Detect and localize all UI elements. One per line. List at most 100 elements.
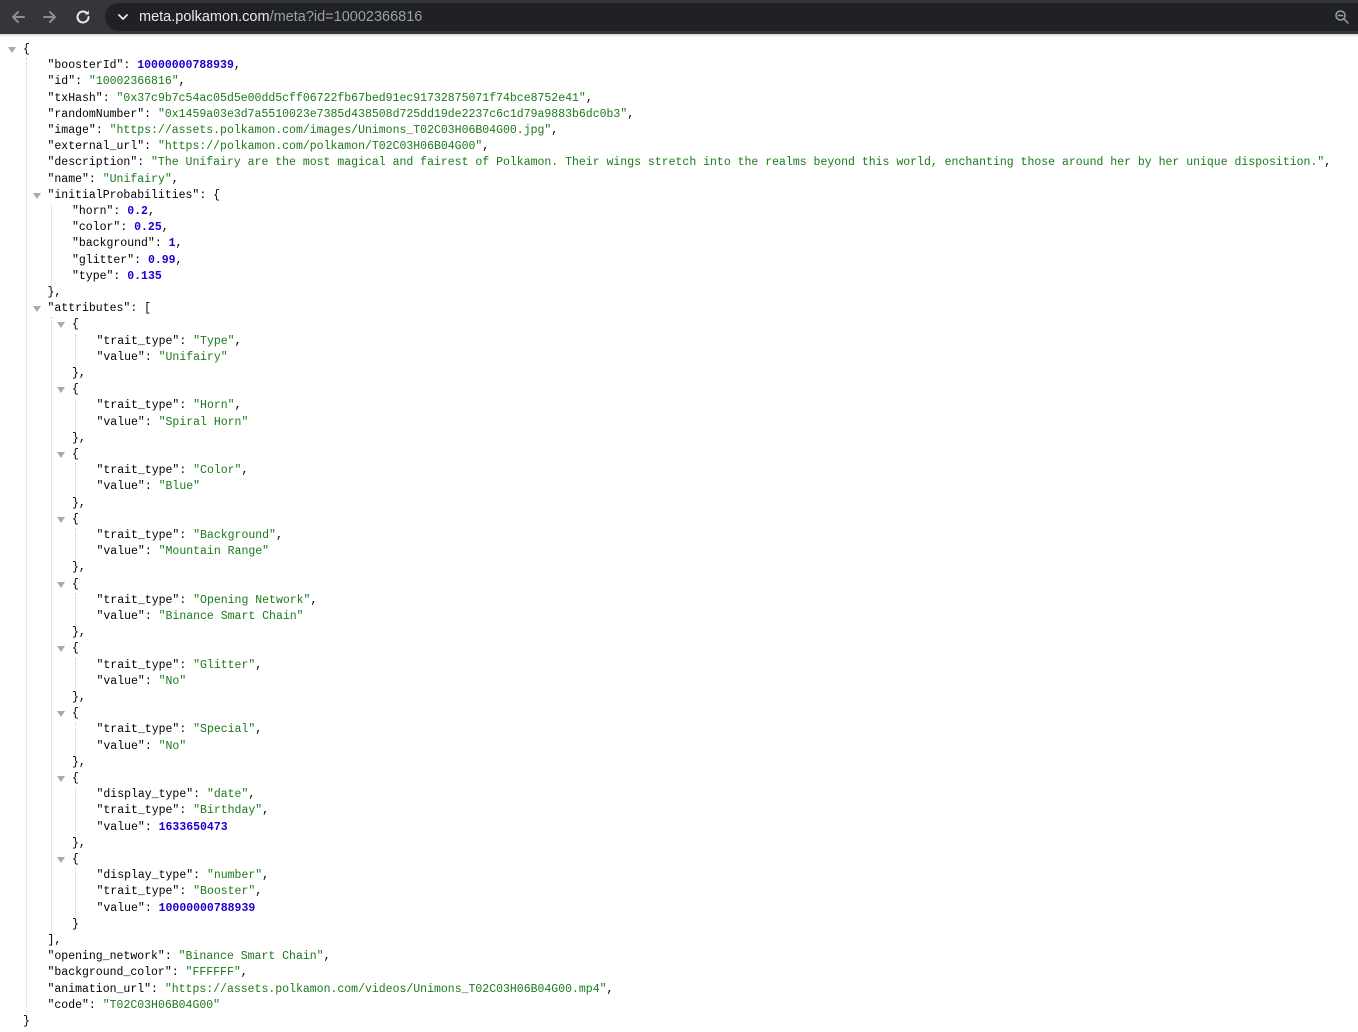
json-punctuation: : [123,59,138,73]
json-line: "trait_type": "Booster", [97,884,263,900]
json-string-value: "Type" [193,334,235,348]
json-line: }, [72,560,86,576]
json-number-value: 0.135 [127,269,162,283]
json-line: "trait_type": "Glitter", [97,658,263,674]
json-line: "background_color": "FFFFFF", [48,965,248,981]
json-punctuation: }, [72,367,86,380]
json-key: "randomNumber" [47,107,145,121]
json-punctuation: , [240,966,248,980]
json-punctuation: }, [47,286,62,299]
json-key: "trait_type" [96,529,180,542]
json-string-value: "Binance Smart Chain" [158,610,304,623]
json-line: { [72,512,79,528]
json-string-value: "10002366816" [88,75,179,89]
collapse-toggle-icon[interactable] [32,192,41,199]
collapse-toggle-icon[interactable] [57,322,65,329]
collapse-toggle-icon[interactable] [32,306,41,313]
json-punctuation: , [606,982,614,996]
json-line: }, [48,285,62,301]
collapse-toggle-icon[interactable] [57,516,65,523]
json-line: { [72,577,79,593]
json-punctuation: , [248,788,256,802]
json-line: "value": 10000000788939 [97,901,256,917]
json-punctuation: { [23,43,30,56]
back-button[interactable] [6,5,30,29]
json-punctuation: : [75,75,89,89]
json-string-value: "0x1459a03e3d7a5510023e7385d438508d725dd… [157,107,628,121]
json-line: "trait_type": "Birthday", [97,803,270,819]
json-punctuation: : [193,869,207,883]
json-line: "value": "Blue" [97,479,201,495]
json-key: "trait_type" [96,658,180,672]
json-line: "external_url": "https://polkamon.com/po… [48,139,490,155]
collapse-toggle-icon[interactable] [57,711,65,718]
json-punctuation: , [551,124,559,137]
json-line: "display_type": "number", [97,868,270,884]
json-key: "trait_type" [96,723,180,737]
collapse-toggle-icon[interactable] [57,452,65,458]
json-string-value: "Background" [193,529,276,542]
indent-guide [75,722,76,755]
reload-button[interactable] [71,5,95,29]
address-bar[interactable]: meta.polkamon.com/meta?id=10002366816 [105,3,1358,31]
json-punctuation: { [72,642,79,656]
json-line: "randomNumber": "0x1459a03e3d7a5510023e7… [48,107,635,123]
json-line: { [72,447,79,463]
json-punctuation: { [72,448,79,461]
json-string-value: "date" [206,788,249,802]
json-punctuation: : [95,124,110,137]
url-host: meta.polkamon.com [139,9,270,25]
indent-guide [75,657,76,690]
json-line: "value": "Unifairy" [97,350,228,366]
browser-toolbar: meta.polkamon.com/meta?id=10002366816 [0,0,1358,34]
json-line: { [72,641,79,657]
json-line: "code": "T02C03H06B04G00" [48,998,221,1014]
json-punctuation: : [144,545,159,559]
json-line: "animation_url": "https://assets.polkamo… [48,982,614,998]
collapse-toggle-icon[interactable] [57,387,65,394]
json-punctuation: , [262,869,270,883]
zoom-icon[interactable] [1334,9,1350,25]
collapse-toggle-icon[interactable] [8,47,16,53]
json-line: "color": 0.25, [72,220,169,236]
json-punctuation: }, [72,626,86,640]
json-key: "type" [72,269,114,283]
json-punctuation: , [171,172,179,186]
json-string-value: "Unifairy" [158,350,228,364]
json-punctuation: } [72,917,79,931]
collapse-toggle-icon[interactable] [57,776,65,782]
json-punctuation: , [275,529,283,542]
json-line: "id": "10002366816", [48,74,186,90]
url-text[interactable]: meta.polkamon.com/meta?id=10002366816 [139,8,422,26]
json-string-value: "Mountain Range" [158,545,270,559]
json-punctuation: : [199,188,214,202]
json-punctuation: { [213,188,221,202]
json-key: "value" [96,350,145,364]
collapse-toggle-icon[interactable] [57,646,65,653]
json-punctuation: : [113,269,128,283]
url-path: /meta?id=10002366816 [269,9,423,25]
json-key: "color" [72,221,121,235]
json-punctuation: }, [72,496,86,510]
json-line: "value": "Mountain Range" [97,544,270,560]
json-punctuation: : [193,788,207,802]
json-line: } [72,917,79,933]
json-number-value: 0.25 [134,221,162,235]
json-key: "opening_network" [47,950,165,964]
forward-button[interactable] [38,5,62,29]
json-punctuation: , [323,950,331,964]
json-string-value: "FFFFFF" [185,966,241,980]
json-line: "name": "Unifairy", [48,172,179,188]
json-key: "value" [96,820,145,834]
json-line: "value": "Binance Smart Chain" [97,609,304,625]
collapse-toggle-icon[interactable] [57,581,65,588]
json-punctuation: ], [47,934,62,947]
json-line: { [72,382,79,398]
chevron-down-icon[interactable] [115,9,131,25]
json-string-value: "Spiral Horn" [158,415,249,429]
collapse-toggle-icon[interactable] [57,857,65,863]
json-number-value: 0.2 [127,205,148,218]
json-line: }, [72,431,86,447]
json-key: "boosterId" [47,59,124,73]
json-key: "display_type" [96,788,194,802]
